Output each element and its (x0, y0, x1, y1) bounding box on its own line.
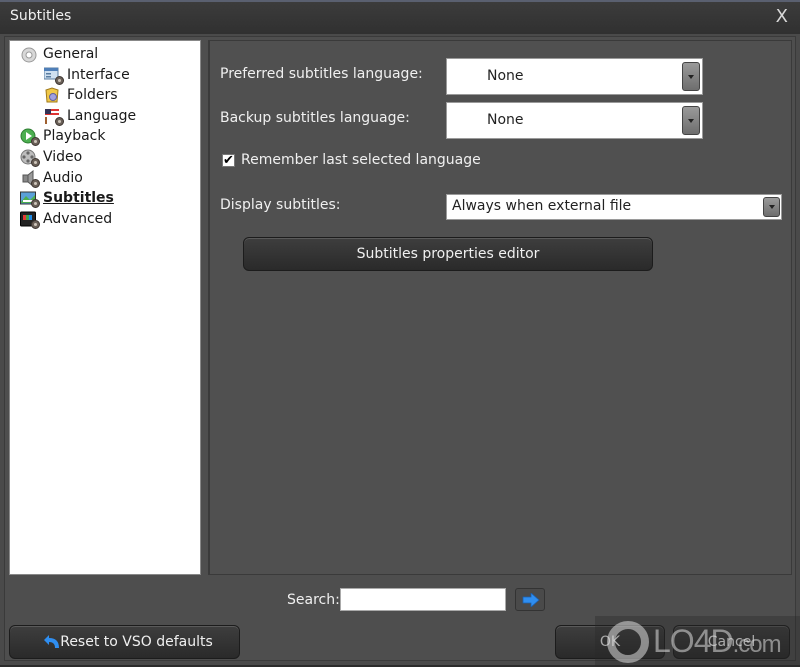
display-subtitles-label: Display subtitles: (220, 197, 341, 213)
reset-defaults-label: Reset to VSO defaults (60, 634, 213, 650)
remember-language-label: Remember last selected language (241, 152, 481, 168)
film-reel-icon (20, 149, 40, 167)
chevron-down-icon[interactable] (682, 62, 700, 91)
tree-item-label: General (43, 46, 99, 62)
speaker-icon (20, 169, 40, 188)
tree-item-interface[interactable]: Interface (10, 65, 200, 86)
subtitles-properties-editor-button[interactable]: Subtitles properties editor (243, 237, 653, 271)
tree-item-label: Subtitles (43, 190, 114, 207)
folder-icon (44, 87, 62, 103)
window-title: Subtitles (10, 8, 72, 24)
flag-icon (44, 108, 64, 126)
search-input[interactable] (340, 588, 506, 611)
tree-item-audio[interactable]: Audio (10, 168, 200, 189)
watermark-text: LO4D.com (653, 623, 782, 660)
settings-tree: General Interface Folders Language Playb… (9, 40, 201, 575)
watermark: LO4D.com (595, 616, 800, 667)
interface-icon (43, 67, 64, 85)
arrow-right-icon (522, 593, 540, 607)
undo-arrow-icon (44, 635, 59, 648)
tree-item-playback[interactable]: Playback (10, 126, 200, 147)
chevron-down-icon[interactable] (763, 197, 780, 217)
preferred-language-value: None (487, 68, 524, 84)
monitor-icon (20, 211, 40, 229)
tree-item-label: Advanced (43, 210, 113, 227)
close-icon[interactable]: X (776, 6, 788, 27)
subtitles-icon (20, 190, 40, 209)
reset-defaults-button[interactable]: Reset to VSO defaults (9, 625, 240, 659)
remember-language-checkbox[interactable]: ✔ (222, 154, 235, 167)
display-subtitles-value: Always when external file (452, 198, 632, 214)
tree-item-label: Language (67, 107, 137, 124)
tree-item-label: Folders (67, 87, 118, 104)
watermark-main: LO4D (653, 623, 734, 659)
tree-item-label: Audio (43, 169, 83, 186)
dialog-window: Subtitles X General Interface Folders La… (0, 0, 800, 667)
preferred-language-select[interactable]: None (446, 58, 703, 95)
tree-item-label: Interface (67, 66, 130, 83)
chevron-down-icon[interactable] (682, 106, 700, 135)
title-bar: Subtitles X (0, 2, 800, 34)
search-go-button[interactable] (515, 588, 545, 611)
watermark-logo-icon (607, 621, 649, 663)
gear-icon (20, 46, 38, 63)
tree-item-video[interactable]: Video (10, 147, 200, 168)
tree-item-general[interactable]: General (10, 44, 200, 65)
backup-language-value: None (487, 112, 524, 128)
tree-item-folders[interactable]: Folders (10, 85, 200, 106)
preferred-language-label: Preferred subtitles language: (220, 66, 423, 82)
display-subtitles-select[interactable]: Always when external file (446, 194, 782, 220)
play-icon (20, 128, 40, 147)
tree-item-subtitles[interactable]: Subtitles (10, 188, 200, 209)
tree-item-advanced[interactable]: Advanced (10, 209, 200, 230)
backup-language-select[interactable]: None (446, 102, 703, 139)
tree-item-label: Video (43, 148, 83, 165)
backup-language-label: Backup subtitles language: (220, 110, 410, 126)
tree-item-label: Playback (43, 128, 106, 145)
watermark-suffix: .com (732, 631, 782, 658)
search-label: Search: (287, 592, 340, 608)
tree-item-language[interactable]: Language (10, 106, 200, 127)
